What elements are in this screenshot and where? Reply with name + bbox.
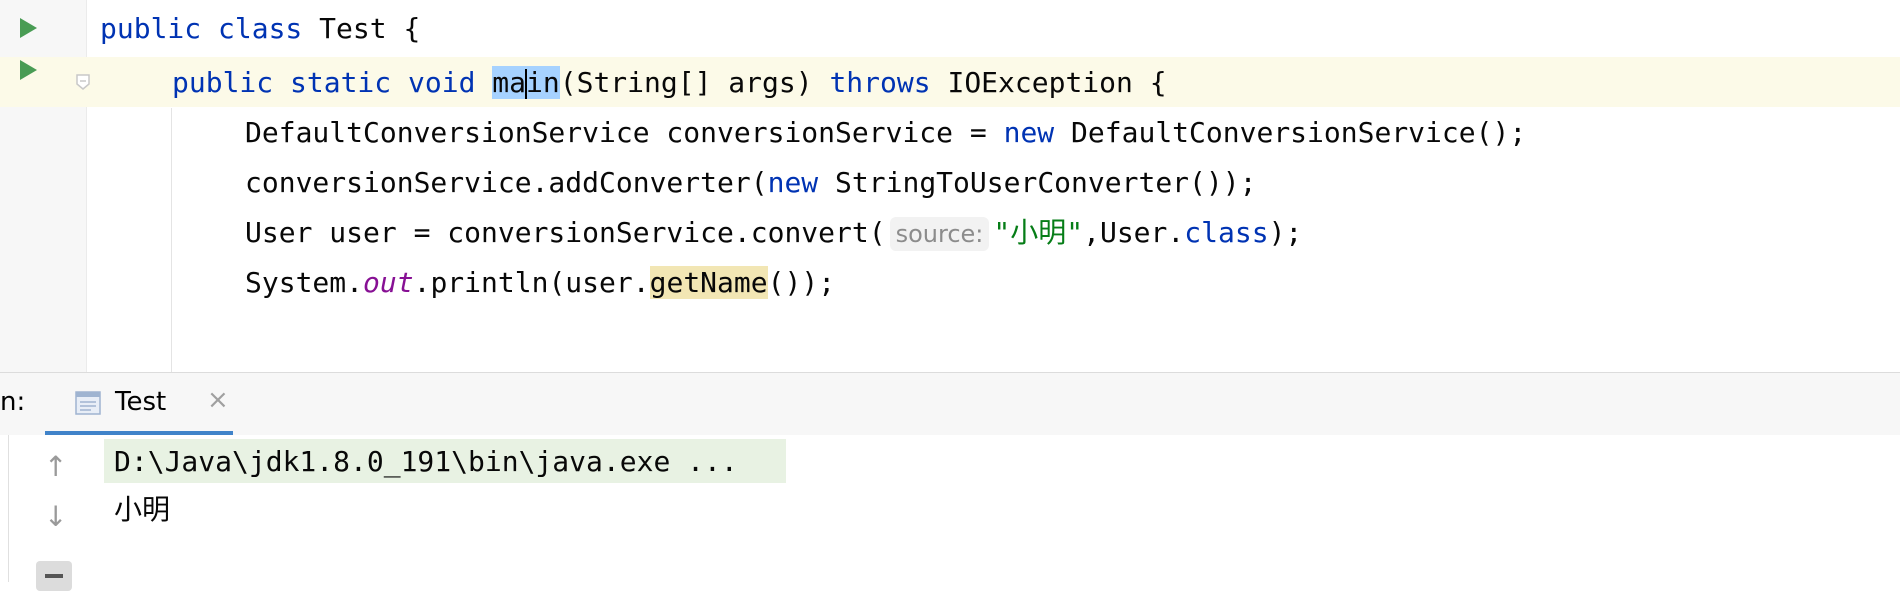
selected-text: main [492, 66, 560, 99]
console-output: 小明 [114, 493, 171, 526]
tab-test[interactable]: Test × [45, 373, 233, 435]
code-line-5[interactable]: User user = conversionService.convert(so… [245, 208, 1302, 258]
console-command: D:\Java\jdk1.8.0_191\bin\java.exe ... [114, 445, 738, 478]
code-line-4[interactable]: conversionService.addConverter(new Strin… [245, 158, 1256, 208]
parameter-hint: source: [889, 217, 990, 251]
tab-label: Test [115, 387, 167, 417]
code-line-6[interactable]: System.out.println(user.getName()); [245, 258, 835, 308]
run-class-icon[interactable] [20, 18, 37, 38]
console-icon [75, 391, 101, 415]
code-line-2[interactable]: public static void main(String[] args) t… [172, 58, 1167, 108]
bookmark-icon[interactable] [76, 74, 90, 90]
down-arrow-icon[interactable]: ↓ [44, 500, 67, 533]
close-icon[interactable]: × [207, 385, 229, 415]
run-tool-header: n: Test × [0, 373, 1900, 435]
run-tool-title: n: [0, 387, 26, 417]
indent-guide [171, 108, 172, 372]
editor-gutter [0, 0, 86, 372]
code-editor[interactable]: public class Test { public static void m… [0, 0, 1900, 372]
run-tool-window: n: Test × ↑ ↓ D:\Java\jdk1.8.0_191\bin\j… [0, 373, 1900, 591]
soft-wrap-icon[interactable] [36, 561, 72, 591]
gutter-divider [86, 0, 87, 372]
up-arrow-icon[interactable]: ↑ [44, 450, 67, 483]
code-line-1[interactable]: public class Test { [100, 4, 420, 54]
highlighted-method: getName [649, 266, 768, 299]
code-line-3[interactable]: DefaultConversionService conversionServi… [245, 108, 1526, 158]
run-main-icon[interactable] [20, 60, 37, 80]
